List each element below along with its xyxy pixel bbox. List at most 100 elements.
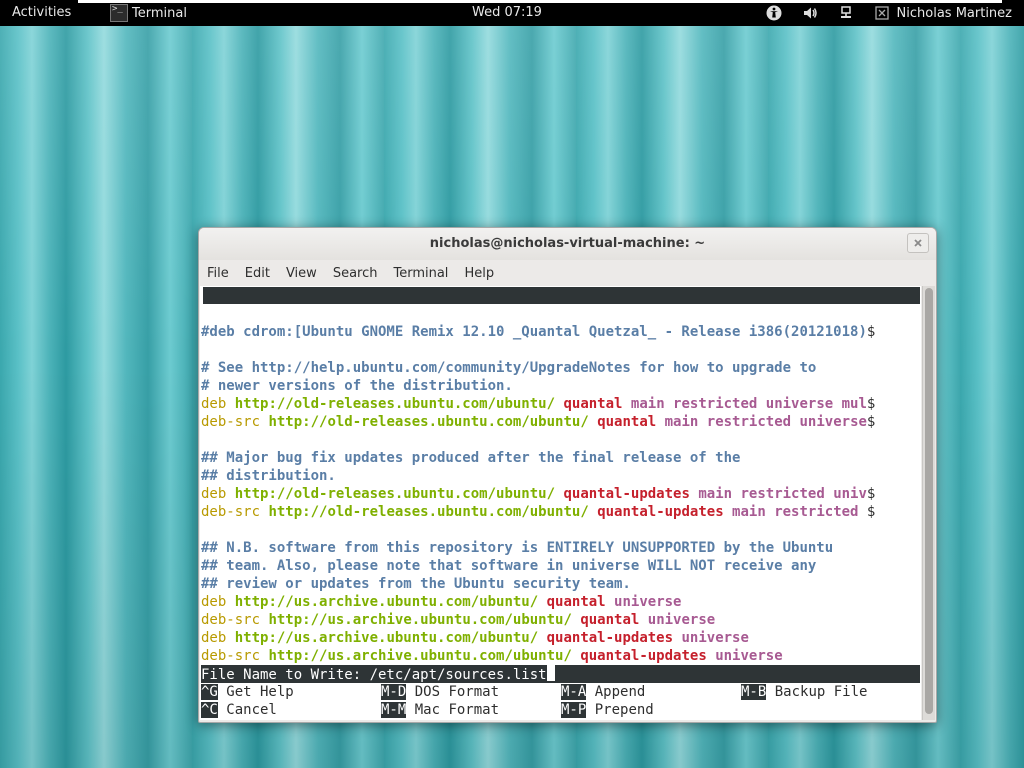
line-segment-comp: main restricted universe mul [622,396,867,412]
line-segment-comp: main restricted univ [689,486,867,502]
line-segment-comment: # See http://help.ubuntu.com/community/U… [201,360,817,376]
file-line[interactable]: deb http://old-releases.ubuntu.com/ubunt… [201,485,875,503]
line-segment-comp: main restricted universe [656,414,867,430]
shortcut-backup-file[interactable]: M-B Backup File [741,683,867,701]
clock[interactable]: Wed 07:19 [472,5,542,20]
app-menu[interactable]: >_ Terminal [110,3,187,23]
line-segment-dist: quantal-updates [546,630,674,646]
line-segment-kw: deb [201,396,227,412]
line-segment-plain [226,486,234,502]
terminal-content[interactable]: GNU nano 2.2.6 File: /etc/apt/sources.li… [200,286,921,720]
filename-input[interactable]: /etc/apt/sources.list [370,667,547,683]
user-status-icon[interactable] [873,4,891,22]
line-segment-kw: deb-src [201,612,261,628]
shortcut-prepend[interactable]: M-P Prepend [561,701,654,719]
line-segment-url: http://old-releases.ubuntu.com/ubuntu/ [268,414,589,430]
line-segment-comp: universe [673,630,749,646]
window-titlebar[interactable]: nicholas@nicholas-virtual-machine: ~ [199,228,936,260]
line-segment-kw: deb-src [201,504,261,520]
line-segment-plain [589,414,597,430]
close-icon [914,239,922,247]
file-line[interactable]: deb-src http://us.archive.ubuntu.com/ubu… [201,647,783,665]
line-segment-comp: universe [605,594,682,610]
status-area: Nicholas Martinez [747,4,1012,22]
volume-icon[interactable] [801,4,819,22]
file-line[interactable]: ## team. Also, please note that software… [201,557,816,575]
line-segment-kw: deb [201,594,227,610]
line-segment-kw: deb [201,630,227,646]
user-menu[interactable]: Nicholas Martinez [897,6,1012,21]
save-prompt[interactable]: File Name to Write: /etc/apt/sources.lis… [201,665,920,683]
line-segment-dist: quantal-updates [597,504,724,520]
line-segment-kw: deb-src [201,648,261,664]
menu-file[interactable]: File [207,266,229,281]
line-segment-url: http://us.archive.ubuntu.com/ubuntu/ [234,594,539,610]
line-segment-plain [226,630,234,646]
menu-bar: File Edit View Search Terminal Help [199,260,936,286]
menu-search[interactable]: Search [333,266,378,281]
file-line[interactable]: deb http://us.archive.ubuntu.com/ubuntu/… [201,593,681,611]
line-segment-comment: ## review or updates from the Ubuntu sec… [201,576,631,592]
line-segment-dollar: $ [866,396,876,412]
file-line[interactable]: deb-src http://old-releases.ubuntu.com/u… [201,413,875,431]
line-segment-comment: #deb cdrom:[Ubuntu GNOME Remix 12.10 _Qu… [201,324,867,340]
window-title: nicholas@nicholas-virtual-machine: ~ [429,236,706,251]
line-segment-url: http://us.archive.ubuntu.com/ubuntu/ [234,630,539,646]
menu-view[interactable]: View [286,266,317,281]
line-segment-dist: quantal [597,414,657,430]
activities-button[interactable]: Activities [12,5,71,20]
file-line[interactable]: # See http://help.ubuntu.com/community/U… [201,359,816,377]
line-segment-comment: ## team. Also, please note that software… [201,558,817,574]
shortcut-mac-format[interactable]: M-M Mac Format [381,701,499,719]
line-segment-dollar: $ [866,414,876,430]
line-segment-comp: main restricted [723,504,867,520]
line-segment-url: http://old-releases.ubuntu.com/ubuntu/ [234,396,556,412]
file-line[interactable]: # newer versions of the distribution. [201,377,513,395]
file-line[interactable]: deb http://old-releases.ubuntu.com/ubunt… [201,395,875,413]
file-line[interactable]: ## N.B. software from this repository is… [201,539,833,557]
line-segment-dist: quantal-updates [580,648,707,664]
close-button[interactable] [907,233,929,253]
scrollbar-thumb[interactable] [925,288,933,714]
line-segment-comment: ## distribution. [201,468,336,484]
line-segment-kw: deb [201,486,227,502]
line-segment-plain [538,594,546,610]
line-segment-plain [538,630,546,646]
top-panel: Activities >_ Terminal Wed 07:19 Nichola… [0,0,1024,26]
terminal-scrollbar[interactable] [922,286,935,720]
file-line[interactable]: ## review or updates from the Ubuntu sec… [201,575,631,593]
line-segment-plain [589,504,597,520]
line-segment-comp: universe [639,612,716,628]
panel-highlight [78,0,1002,3]
accessibility-icon[interactable] [765,4,783,22]
menu-terminal[interactable]: Terminal [393,266,448,281]
line-segment-dollar: $ [866,324,876,340]
shortcut-dos-format[interactable]: M-D DOS Format [381,683,499,701]
shortcut-get-help[interactable]: ^G Get Help [201,683,294,701]
menu-help[interactable]: Help [464,266,494,281]
line-segment-comment: # newer versions of the distribution. [201,378,513,394]
nano-header: GNU nano 2.2.6 File: /etc/apt/sources.li… [203,287,920,354]
line-segment-url: http://old-releases.ubuntu.com/ubuntu/ [268,504,589,520]
file-line[interactable]: ## distribution. [201,467,336,485]
line-segment-dist: quantal [546,594,606,610]
shortcut-cancel[interactable]: ^C Cancel [201,701,277,719]
terminal-window: nicholas@nicholas-virtual-machine: ~ Fil… [198,227,937,723]
file-line[interactable]: deb-src http://old-releases.ubuntu.com/u… [201,503,875,521]
line-segment-dist: quantal [580,612,640,628]
line-segment-url: http://old-releases.ubuntu.com/ubuntu/ [234,486,556,502]
menu-edit[interactable]: Edit [245,266,270,281]
shortcut-append[interactable]: M-A Append [561,683,645,701]
line-segment-url: http://us.archive.ubuntu.com/ubuntu/ [268,612,572,628]
line-segment-comment: ## Major bug fix updates produced after … [201,450,741,466]
file-line[interactable]: ## Major bug fix updates produced after … [201,449,740,467]
network-icon[interactable] [837,4,855,22]
file-line[interactable]: deb-src http://us.archive.ubuntu.com/ubu… [201,611,715,629]
file-line[interactable]: #deb cdrom:[Ubuntu GNOME Remix 12.10 _Qu… [201,323,875,341]
file-line[interactable]: deb http://us.archive.ubuntu.com/ubuntu/… [201,629,749,647]
line-segment-dollar: $ [866,504,876,520]
text-cursor [546,665,555,681]
terminal-app-icon: >_ [110,4,128,22]
line-segment-dist: quantal [563,396,623,412]
line-segment-url: http://us.archive.ubuntu.com/ubuntu/ [268,648,572,664]
